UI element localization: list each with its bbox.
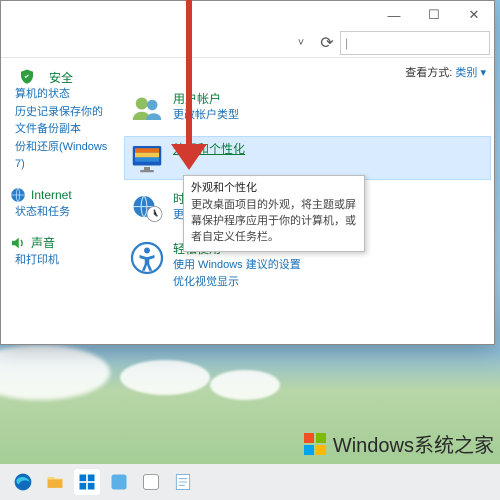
explorer-icon: [45, 472, 65, 492]
edge-icon: [13, 472, 33, 492]
sidebar-sub[interactable]: 历史记录保存你的文件备份副本: [15, 104, 113, 139]
minimize-button[interactable]: —: [374, 1, 414, 29]
notepad-icon: [173, 472, 193, 492]
cloud-deco: [120, 360, 210, 395]
taskbar-icon[interactable]: [10, 469, 36, 495]
search-input[interactable]: |: [340, 31, 490, 55]
sidebar-title: 声音: [31, 234, 55, 251]
tooltip-body: 更改桌面项目的外观，将主题或屏幕保护程序应用于你的计算机，或者自定义任务栏。: [191, 198, 357, 246]
category-title[interactable]: 外观和个性化: [173, 140, 486, 157]
sidebar-item-security[interactable]: 安全 算机的状态 历史记录保存你的文件备份副本 份和还原(Windows 7): [5, 66, 115, 176]
cloud-deco: [210, 370, 280, 400]
watermark: Windows系统之家: [303, 429, 494, 458]
taskbar-icon[interactable]: [42, 469, 68, 495]
sidebar-item-sound[interactable]: 声音 和打印机: [5, 232, 115, 272]
category-sub[interactable]: 优化视觉显示: [173, 276, 239, 288]
windows-logo-icon: [303, 432, 327, 456]
breadcrumb-dropdown[interactable]: ˅: [288, 31, 314, 55]
view-label: 查看方式:: [405, 67, 452, 79]
taskbar[interactable]: [0, 464, 500, 500]
taskbar-icon[interactable]: [74, 469, 100, 495]
sidebar-sub[interactable]: 份和还原(Windows 7): [15, 139, 113, 174]
refresh-button[interactable]: ⟳: [314, 33, 340, 53]
sidebar-sub[interactable]: 算机的状态: [15, 86, 113, 104]
tooltip-title: 外观和个性化: [191, 181, 357, 197]
sidebar-title: Internet: [31, 188, 72, 202]
toolbar: ˅ ⟳ |: [1, 29, 494, 58]
taskbar-icon[interactable]: [138, 469, 164, 495]
annotation-arrow: [186, 0, 192, 154]
ease-icon: [129, 240, 165, 276]
globe-icon: [9, 186, 27, 204]
control-panel-window: — ☐ ✕ ˅ ⟳ | 安全 算机的状态 历史记录保存你的文件备份副本 份和还原…: [0, 0, 495, 345]
window-titlebar: — ☐ ✕: [1, 1, 494, 29]
view-mode-dropdown[interactable]: 类别 ▾: [455, 67, 486, 79]
sidebar-sub[interactable]: 状态和任务: [15, 204, 113, 222]
taskbar-icon[interactable]: [106, 469, 132, 495]
maximize-button[interactable]: ☐: [414, 1, 454, 29]
category-title[interactable]: 用户帐户: [173, 90, 486, 107]
watermark-text: Windows系统之家: [333, 429, 494, 458]
sidebar-item-internet[interactable]: Internet 状态和任务: [5, 184, 115, 224]
generic-app-icon: [141, 472, 161, 492]
sidebar-title: 安全: [49, 69, 73, 86]
taskbar-icon[interactable]: [170, 469, 196, 495]
category-sub[interactable]: 使用 Windows 建议的设置: [173, 259, 301, 271]
annotation-arrow-head: [171, 144, 207, 170]
close-button[interactable]: ✕: [454, 1, 494, 29]
tooltip: 外观和个性化 更改桌面项目的外观，将主题或屏幕保护程序应用于你的计算机，或者自定…: [183, 175, 365, 252]
category-user-accounts[interactable]: 用户帐户 更改帐户类型: [129, 90, 486, 126]
users-icon: [129, 90, 165, 126]
clock-globe-icon: [129, 190, 165, 226]
view-mode-bar: 查看方式: 类别 ▾: [129, 64, 486, 80]
generic-app-icon: [109, 472, 129, 492]
shield-icon: [9, 68, 45, 86]
cloud-deco: [0, 345, 110, 400]
speaker-icon: [9, 234, 27, 252]
sidebar: 安全 算机的状态 历史记录保存你的文件备份副本 份和还原(Windows 7) …: [1, 58, 121, 345]
sidebar-sub[interactable]: 和打印机: [15, 252, 113, 270]
category-sub[interactable]: 更改帐户类型: [173, 109, 239, 121]
monitor-icon: [129, 140, 165, 176]
settings-icon: [77, 472, 97, 492]
